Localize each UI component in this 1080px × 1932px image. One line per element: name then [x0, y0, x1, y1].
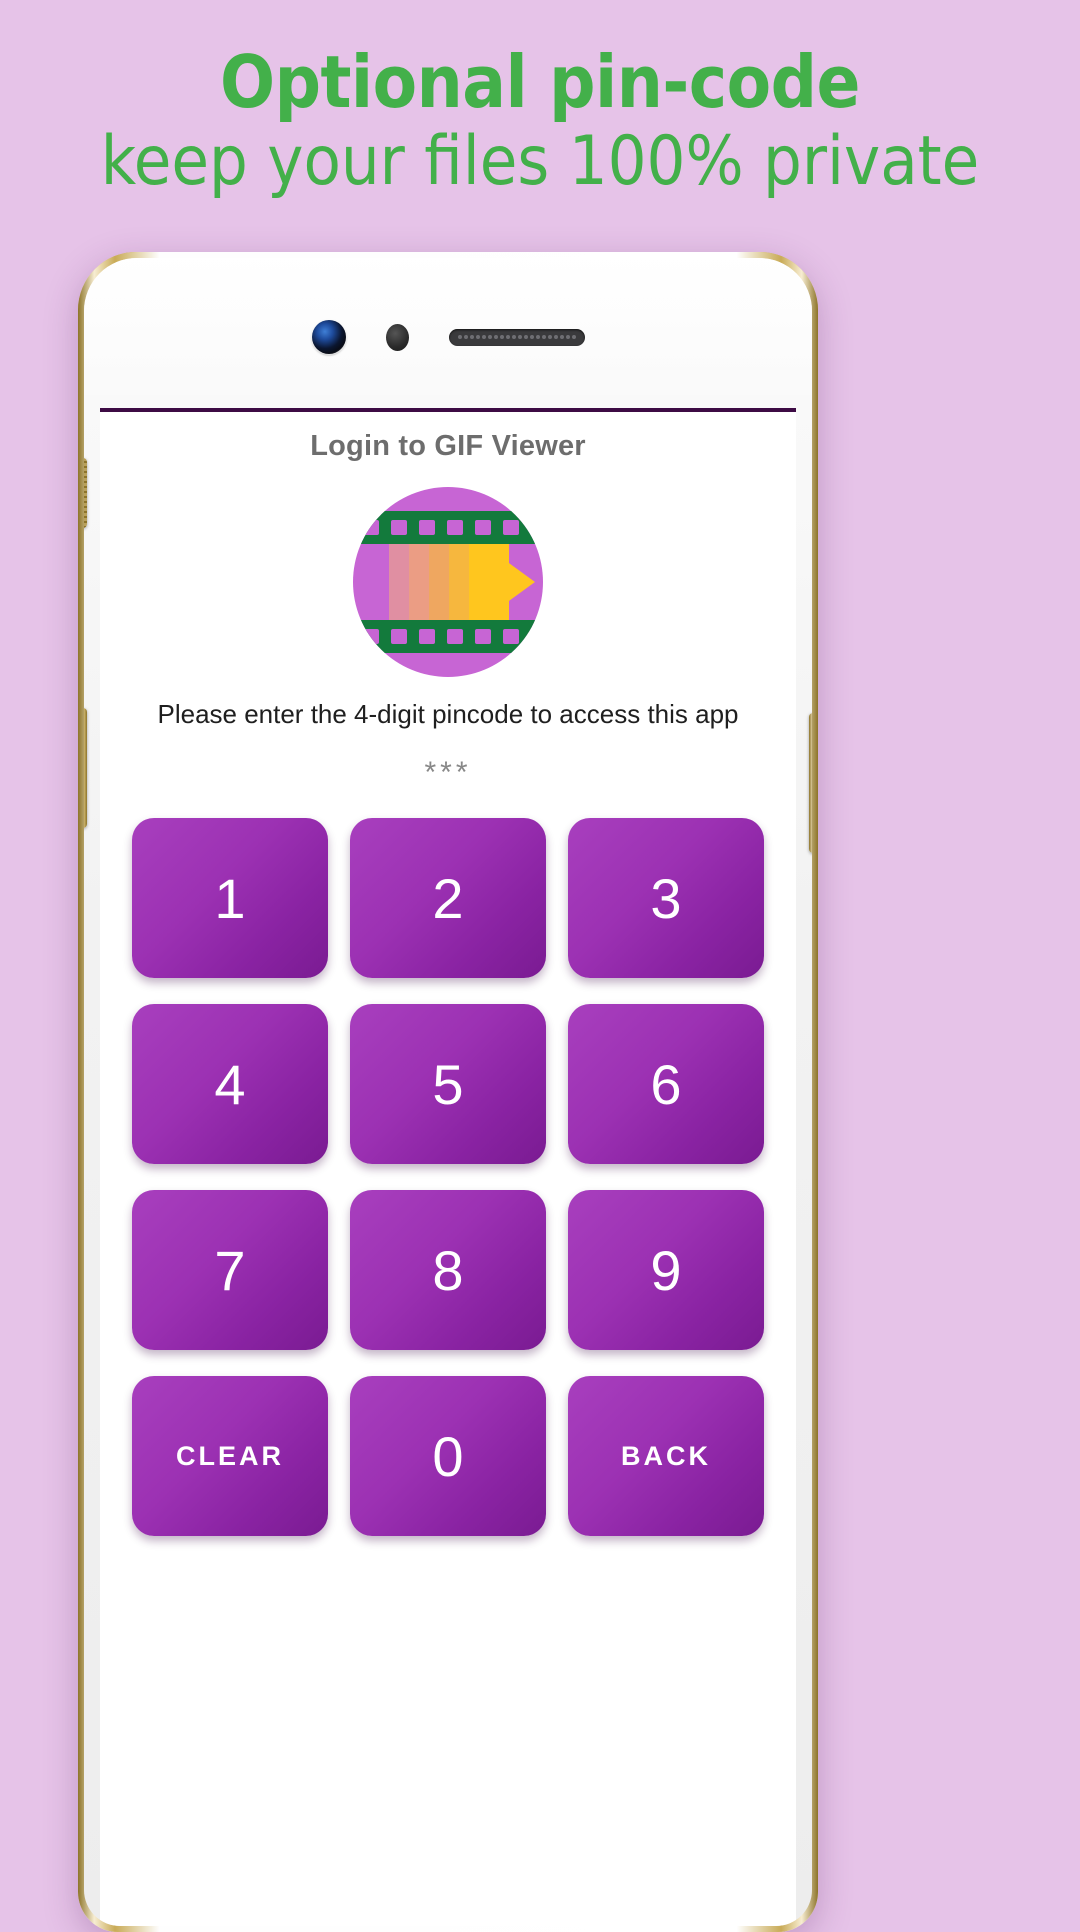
key-0[interactable]: 0 — [350, 1376, 546, 1536]
pincode-keypad: 1 2 3 4 5 6 7 8 9 CLEAR 0 BACK — [100, 818, 796, 1536]
page-title: Login to GIF Viewer — [310, 430, 586, 462]
key-4[interactable]: 4 — [132, 1004, 328, 1164]
power-button[interactable] — [809, 713, 812, 853]
key-3[interactable]: 3 — [568, 818, 764, 978]
gif-viewer-app-icon — [353, 487, 543, 677]
film-strip-bottom — [353, 620, 543, 653]
film-strip-top — [353, 511, 543, 544]
key-7[interactable]: 7 — [132, 1190, 328, 1350]
pin-entry-display: *** — [424, 756, 472, 789]
key-9[interactable]: 9 — [568, 1190, 764, 1350]
phone-body: Login to GIF Viewer Please enter the 4-d… — [84, 258, 812, 1926]
phone-mockup: Login to GIF Viewer Please enter the 4-d… — [78, 252, 818, 1932]
key-2[interactable]: 2 — [350, 818, 546, 978]
promo-headline-line1: Optional pin-code — [220, 40, 860, 124]
key-1[interactable]: 1 — [132, 818, 328, 978]
volume-rocker-button[interactable] — [84, 458, 87, 528]
play-arrow-icon — [473, 537, 535, 627]
key-6[interactable]: 6 — [568, 1004, 764, 1164]
pincode-instruction: Please enter the 4-digit pincode to acce… — [157, 699, 739, 729]
volume-button[interactable] — [84, 708, 87, 828]
phone-screen: Login to GIF Viewer Please enter the 4-d… — [100, 408, 796, 1926]
key-back[interactable]: BACK — [568, 1376, 764, 1536]
key-5[interactable]: 5 — [350, 1004, 546, 1164]
earpiece-speaker-icon — [448, 328, 585, 346]
promo-banner: Optional pin-code keep your files 100% p… — [0, 0, 1080, 232]
key-8[interactable]: 8 — [350, 1190, 546, 1350]
proximity-sensor-icon — [385, 323, 409, 351]
promo-headline-line2: keep your files 100% private — [100, 122, 980, 202]
front-camera-icon — [311, 320, 346, 354]
key-clear[interactable]: CLEAR — [132, 1376, 328, 1536]
pincode-login-screen: Login to GIF Viewer Please enter the 4-d… — [100, 412, 796, 1926]
phone-sensor-row — [84, 320, 812, 354]
